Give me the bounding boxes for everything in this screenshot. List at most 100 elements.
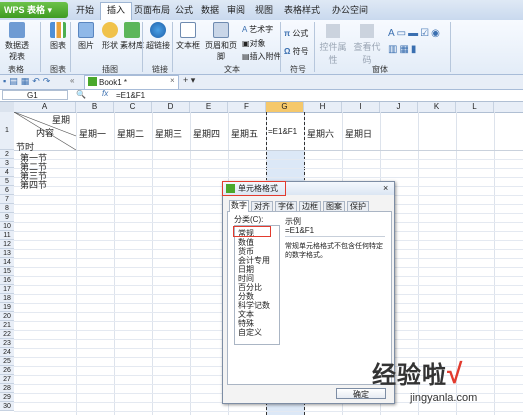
column-header[interactable]: I bbox=[342, 102, 380, 112]
tab-insert[interactable]: 插入 bbox=[100, 2, 132, 21]
app-menu-button[interactable]: WPS 表格 ▾ bbox=[0, 2, 68, 18]
view-code-button[interactable]: 查看代码 bbox=[352, 24, 382, 65]
column-header[interactable]: E bbox=[190, 102, 228, 112]
column-header[interactable]: H bbox=[304, 102, 342, 112]
shapes-button[interactable]: 形状 bbox=[98, 22, 122, 51]
new-tab-icon[interactable]: + ▾ bbox=[183, 75, 195, 86]
category-item[interactable]: 科学记数 bbox=[238, 302, 270, 310]
dialog-tab-font[interactable]: 字体 bbox=[275, 201, 297, 211]
cell-d1[interactable]: 星期三 bbox=[155, 127, 182, 140]
function-icon[interactable]: fx bbox=[102, 89, 108, 98]
tab-review[interactable]: 审阅 bbox=[224, 3, 248, 18]
category-item[interactable]: 时间 bbox=[238, 275, 254, 283]
form-controls-row2[interactable]: ▥▦▮ bbox=[388, 44, 418, 55]
attachment-button[interactable]: ▤插入附件 bbox=[242, 51, 282, 62]
row-header[interactable]: 9 bbox=[0, 213, 14, 222]
symbol-button[interactable]: Ω 符号 bbox=[284, 46, 309, 57]
row-header[interactable]: 14 bbox=[0, 258, 14, 267]
control-properties-button[interactable]: 控件属性 bbox=[318, 24, 348, 65]
row-header[interactable]: 18 bbox=[0, 294, 14, 303]
row-header[interactable]: 6 bbox=[0, 186, 14, 195]
formula-input[interactable]: =E1&F1 bbox=[116, 90, 145, 101]
dialog-close-icon[interactable]: × bbox=[383, 183, 388, 193]
cell-i1[interactable]: 星期日 bbox=[345, 127, 372, 140]
row-header[interactable]: 23 bbox=[0, 339, 14, 348]
row-header[interactable]: 7 bbox=[0, 195, 14, 204]
row-header[interactable]: 5 bbox=[0, 177, 14, 186]
column-header[interactable]: C bbox=[114, 102, 152, 112]
dialog-tab-alignment[interactable]: 对齐 bbox=[251, 201, 273, 211]
cell-h1[interactable]: 星期六 bbox=[307, 127, 334, 140]
row-header[interactable]: 17 bbox=[0, 285, 14, 294]
tab-page-layout[interactable]: 页面布局 bbox=[132, 3, 172, 18]
chart-button[interactable]: 图表 bbox=[46, 22, 70, 51]
dialog-tab-number[interactable]: 数字 bbox=[229, 200, 249, 212]
cell-g1[interactable]: =E1&F1 bbox=[268, 127, 297, 136]
tab-table-style[interactable]: 表格样式 bbox=[280, 3, 324, 18]
category-item[interactable]: 数值 bbox=[238, 239, 254, 247]
close-tab-icon[interactable]: × bbox=[170, 76, 175, 85]
redo-icon[interactable]: ↷ bbox=[43, 76, 54, 86]
column-header[interactable]: D bbox=[152, 102, 190, 112]
row-header[interactable]: 28 bbox=[0, 384, 14, 393]
row-header[interactable]: 15 bbox=[0, 267, 14, 276]
tab-data[interactable]: 数据 bbox=[198, 3, 222, 18]
row-header[interactable]: 1 bbox=[0, 112, 14, 150]
row-header[interactable]: 8 bbox=[0, 204, 14, 213]
category-item[interactable]: 会计专用 bbox=[238, 257, 270, 265]
category-item[interactable]: 货币 bbox=[238, 248, 254, 256]
row-header[interactable]: 21 bbox=[0, 321, 14, 330]
row-header[interactable]: 27 bbox=[0, 375, 14, 384]
print-icon[interactable]: ▤ bbox=[9, 76, 21, 86]
category-item[interactable]: 文本 bbox=[238, 311, 254, 319]
category-item[interactable]: 特殊 bbox=[238, 320, 254, 328]
zoom-cell-icon[interactable]: 🔍 bbox=[76, 90, 86, 99]
cell-e1[interactable]: 星期四 bbox=[193, 127, 220, 140]
form-controls-row1[interactable]: A▭▬☑◉ bbox=[388, 28, 442, 39]
row-header[interactable]: 24 bbox=[0, 348, 14, 357]
category-item[interactable]: 自定义 bbox=[238, 329, 262, 337]
cell-f1[interactable]: 星期五 bbox=[231, 127, 258, 140]
row-header[interactable]: 29 bbox=[0, 393, 14, 402]
row-header[interactable]: 11 bbox=[0, 231, 14, 240]
name-box[interactable]: G1 bbox=[2, 90, 68, 100]
row-header[interactable]: 12 bbox=[0, 240, 14, 249]
header-footer-button[interactable]: 页眉和页脚 bbox=[202, 22, 240, 62]
wordart-button[interactable]: A 艺术字 bbox=[242, 24, 273, 35]
dialog-tab-border[interactable]: 边框 bbox=[299, 201, 321, 211]
row-header[interactable]: 10 bbox=[0, 222, 14, 231]
pivot-table-button[interactable]: 数据透视表 bbox=[2, 22, 32, 62]
tab-office-space[interactable]: 办公空间 bbox=[328, 3, 372, 18]
column-header-selected[interactable]: G bbox=[266, 102, 304, 112]
dialog-tab-protection[interactable]: 保护 bbox=[347, 201, 369, 211]
row-header[interactable]: 2 bbox=[0, 150, 14, 159]
hyperlink-button[interactable]: 超链接 bbox=[146, 22, 170, 51]
row-header[interactable]: 26 bbox=[0, 366, 14, 375]
tab-view[interactable]: 视图 bbox=[252, 3, 276, 18]
select-all-corner[interactable] bbox=[0, 102, 14, 112]
column-header[interactable]: B bbox=[76, 102, 114, 112]
object-button[interactable]: ▣对象 bbox=[242, 38, 266, 49]
column-header[interactable]: L bbox=[456, 102, 494, 112]
row-header[interactable]: 22 bbox=[0, 330, 14, 339]
tab-scroll-left-icon[interactable]: « bbox=[70, 76, 74, 85]
column-header[interactable]: J bbox=[380, 102, 418, 112]
category-item[interactable]: 分数 bbox=[238, 293, 254, 301]
cell-b1[interactable]: 星期一 bbox=[79, 127, 106, 140]
category-item[interactable]: 百分比 bbox=[238, 284, 262, 292]
row-header[interactable]: 16 bbox=[0, 276, 14, 285]
picture-button[interactable]: 图片 bbox=[74, 22, 98, 51]
category-list[interactable]: 常规 数值 货币 会计专用 日期 时间 百分比 分数 科学记数 文本 特殊 自定… bbox=[234, 225, 280, 345]
column-header[interactable]: F bbox=[228, 102, 266, 112]
row-header[interactable]: 4 bbox=[0, 168, 14, 177]
textbox-button[interactable]: 文本框 bbox=[176, 22, 200, 51]
row-header[interactable]: 13 bbox=[0, 249, 14, 258]
row-header[interactable]: 19 bbox=[0, 303, 14, 312]
cell-c1[interactable]: 星期二 bbox=[117, 127, 144, 140]
row-header[interactable]: 25 bbox=[0, 357, 14, 366]
row-header[interactable]: 20 bbox=[0, 312, 14, 321]
column-header[interactable]: K bbox=[418, 102, 456, 112]
tab-home[interactable]: 开始 bbox=[70, 3, 100, 18]
cell-a5[interactable]: 第四节 bbox=[20, 178, 47, 191]
tab-formula[interactable]: 公式 bbox=[172, 3, 196, 18]
